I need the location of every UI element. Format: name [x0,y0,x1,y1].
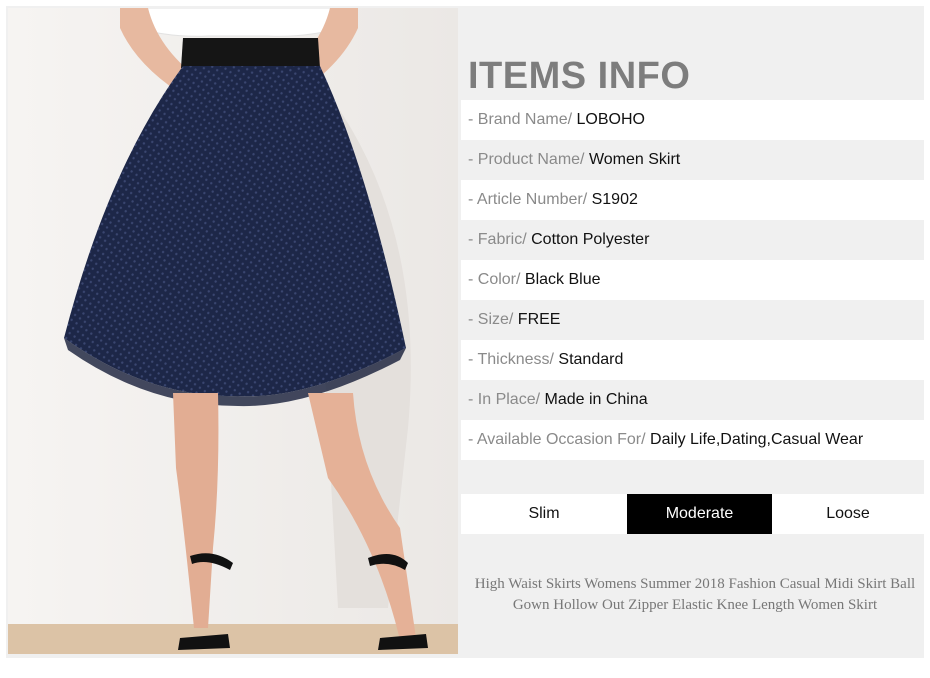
spec-row-product-name: - Product Name/ Women Skirt [461,140,924,180]
spec-row-size: - Size/ FREE [461,300,924,340]
spec-row-available-occasion: - Available Occasion For/ Daily Life,Dat… [461,420,924,460]
spec-key: - In Place/ [468,391,545,408]
spec-key: - Article Number/ [468,191,592,208]
spec-value: Women Skirt [588,151,681,168]
items-info-title: ITEMS INFO [468,55,691,97]
spec-key: - Brand Name/ [468,111,577,128]
product-photo [8,8,458,654]
spec-row-in-place: - In Place/ Made in China [461,380,924,420]
spec-key: - Size/ [468,311,518,328]
spec-value: Black Blue [524,271,601,288]
spec-value: Standard [558,351,624,368]
spec-key: - Color/ [468,271,525,288]
spec-value: LOBOHO [576,111,645,128]
spec-row-brand-name: - Brand Name/ LOBOHO [461,100,924,140]
fit-option-slim[interactable]: Slim [461,494,627,534]
spec-row-article-number: - Article Number/ S1902 [461,180,924,220]
spec-row-color: - Color/ Black Blue [461,260,924,300]
skirt-model-illustration [8,8,458,654]
spec-row-thickness: - Thickness/ Standard [461,340,924,380]
spec-value: Made in China [544,391,648,408]
spec-value: FREE [517,311,561,328]
product-description: High Waist Skirts Womens Summer 2018 Fas… [474,576,916,613]
spec-key: - Thickness/ [468,351,559,368]
spec-value: Cotton Polyester [531,231,650,248]
spec-key: - Product Name/ [468,151,589,168]
spec-key: - Fabric/ [468,231,532,248]
fit-selector: Slim Moderate Loose [461,494,924,534]
fit-option-moderate[interactable]: Moderate [627,494,772,534]
items-info-panel: ITEMS INFO - Brand Name/ LOBOHO - Produc… [461,8,924,656]
fit-option-loose[interactable]: Loose [772,494,924,534]
spec-list: - Brand Name/ LOBOHO - Product Name/ Wom… [461,100,924,460]
spec-row-fabric: - Fabric/ Cotton Polyester [461,220,924,260]
spec-value: S1902 [591,191,638,208]
spec-value: Daily Life,Dating,Casual Wear [650,431,864,448]
spec-key: - Available Occasion For/ [468,431,651,448]
